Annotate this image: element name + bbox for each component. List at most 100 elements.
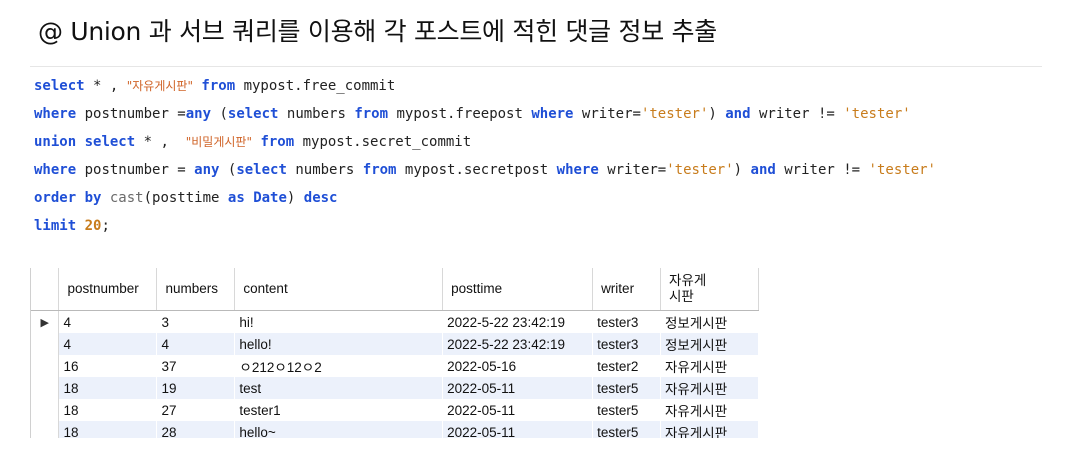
sql-token: mypost.free_commit [235, 78, 396, 94]
cell-posttime[interactable]: 2022-05-16 [442, 355, 594, 377]
row-indicator[interactable]: ▶ [31, 310, 60, 333]
column-header-content[interactable]: content [234, 268, 444, 311]
cell-numbers[interactable]: 3 [156, 310, 236, 333]
cell-postnumber[interactable]: 18 [58, 421, 158, 438]
sql-token: ) [708, 106, 726, 122]
sql-token: ( [219, 162, 237, 178]
sql-token: writer != [775, 162, 869, 178]
column-header-numbers[interactable]: numbers [156, 268, 236, 311]
cell-numbers[interactable]: 27 [156, 399, 236, 421]
sql-token: select [84, 134, 136, 150]
cell-content[interactable]: test [234, 377, 444, 399]
sql-editor[interactable]: select * , "자유게시판" from mypost.free_comm… [30, 66, 1042, 245]
sql-token: and [750, 162, 776, 178]
sql-token: any [194, 162, 220, 178]
sql-token: from [260, 134, 295, 150]
cell-postnumber[interactable]: 18 [58, 377, 158, 399]
cell-postnumber[interactable]: 18 [58, 399, 158, 421]
cell-content[interactable]: ㅇ212ㅇ12ㅇ2 [234, 355, 444, 377]
cell-board[interactable]: 자유게시판 [660, 377, 759, 399]
sql-token: * , [135, 134, 186, 150]
row-indicator[interactable] [31, 399, 60, 421]
sql-token: where [531, 106, 574, 122]
column-header-posttime[interactable]: posttime [442, 268, 594, 311]
cell-board[interactable]: 정보게시판 [660, 333, 759, 355]
sql-token: postnumber = [76, 162, 195, 178]
sql-line: where postnumber = any (select numbers f… [34, 159, 936, 181]
column-header-writer[interactable]: writer [592, 268, 662, 311]
table-row[interactable]: ▶ 4 3 hi! 2022-5-22 23:42:19 tester3 정보게시판 [31, 310, 759, 333]
cell-numbers[interactable]: 28 [156, 421, 236, 438]
sql-token: ; [101, 218, 110, 234]
cell-content[interactable]: tester1 [234, 399, 444, 421]
sql-token: where [34, 162, 77, 178]
sql-token: and [725, 106, 751, 122]
sql-token: from [362, 162, 397, 178]
cell-numbers[interactable]: 19 [156, 377, 236, 399]
sql-token: select [34, 78, 85, 94]
cell-writer[interactable]: tester3 [592, 310, 662, 333]
sql-token: "비밀게시판" [185, 135, 252, 149]
sql-token: cast [109, 190, 144, 206]
sql-token: as [227, 190, 245, 206]
sql-token: Date [253, 190, 287, 206]
table-row[interactable]: 16 37 ㅇ212ㅇ12ㅇ2 2022-05-16 tester2 자유게시판 [31, 355, 759, 377]
row-indicator[interactable] [31, 355, 60, 377]
sql-token: 'tester' [843, 106, 911, 122]
cell-numbers[interactable]: 4 [156, 333, 236, 355]
cell-board[interactable]: 자유게시판 [660, 399, 759, 421]
sql-token: ) [286, 190, 304, 206]
cell-postnumber[interactable]: 4 [58, 333, 158, 355]
cell-board[interactable]: 자유게시판 [660, 421, 759, 438]
cell-writer[interactable]: tester3 [592, 333, 662, 355]
sql-token: (posttime [143, 190, 228, 206]
sql-token: "자유게시판" [126, 79, 193, 93]
table-row[interactable]: 4 4 hello! 2022-5-22 23:42:19 tester3 정보게시판 [31, 333, 759, 355]
cell-writer[interactable]: tester5 [592, 421, 662, 438]
sql-token: from [201, 78, 236, 94]
sql-line: limit 20; [34, 215, 110, 237]
cell-content[interactable]: hello! [234, 333, 444, 355]
cell-posttime[interactable]: 2022-05-11 [442, 421, 594, 438]
sql-token: order by [34, 190, 102, 206]
sql-line: where postnumber =any (select numbers fr… [34, 103, 911, 125]
sql-token: 'tester' [640, 106, 709, 122]
row-indicator[interactable] [31, 377, 60, 399]
cell-posttime[interactable]: 2022-5-22 23:42:19 [442, 310, 594, 333]
column-header-board[interactable]: 자유게 시판 [660, 268, 759, 311]
table-row[interactable]: 18 28 hello~ 2022-05-11 tester5 자유게시판 [31, 421, 759, 438]
table-row[interactable]: 18 19 test 2022-05-11 tester5 자유게시판 [31, 377, 759, 399]
cell-content[interactable]: hi! [234, 310, 444, 333]
cell-writer[interactable]: tester5 [592, 399, 662, 421]
sql-token: 'tester' [666, 162, 734, 178]
cell-board[interactable]: 자유게시판 [660, 355, 759, 377]
cell-posttime[interactable]: 2022-05-11 [442, 377, 594, 399]
row-indicator-header [31, 268, 60, 311]
cell-posttime[interactable]: 2022-05-11 [442, 399, 594, 421]
sql-token: mypost.freepost [388, 106, 532, 122]
column-header-postnumber[interactable]: postnumber [58, 268, 158, 311]
sql-token: mypost.secretpost [396, 162, 557, 178]
cell-postnumber[interactable]: 16 [58, 355, 158, 377]
sql-line: union select * , "비밀게시판" from mypost.sec… [34, 131, 471, 153]
cell-board[interactable]: 정보게시판 [660, 310, 759, 333]
cell-postnumber[interactable]: 4 [58, 310, 158, 333]
sql-token: from [354, 106, 389, 122]
cell-writer[interactable]: tester2 [592, 355, 662, 377]
cell-posttime[interactable]: 2022-5-22 23:42:19 [442, 333, 594, 355]
sql-token: * , [84, 78, 127, 94]
sql-line: order by cast(posttime as Date) desc [34, 187, 337, 209]
sql-token: writer= [598, 162, 667, 178]
sql-token: ) [733, 162, 751, 178]
table-row[interactable]: 18 27 tester1 2022-05-11 tester5 자유게시판 [31, 399, 759, 421]
sql-token: where [556, 162, 599, 178]
cell-numbers[interactable]: 37 [156, 355, 236, 377]
cell-writer[interactable]: tester5 [592, 377, 662, 399]
row-indicator[interactable] [31, 333, 60, 355]
sql-token: 20 [84, 218, 102, 234]
cell-content[interactable]: hello~ [234, 421, 444, 438]
row-indicator[interactable] [31, 421, 60, 438]
